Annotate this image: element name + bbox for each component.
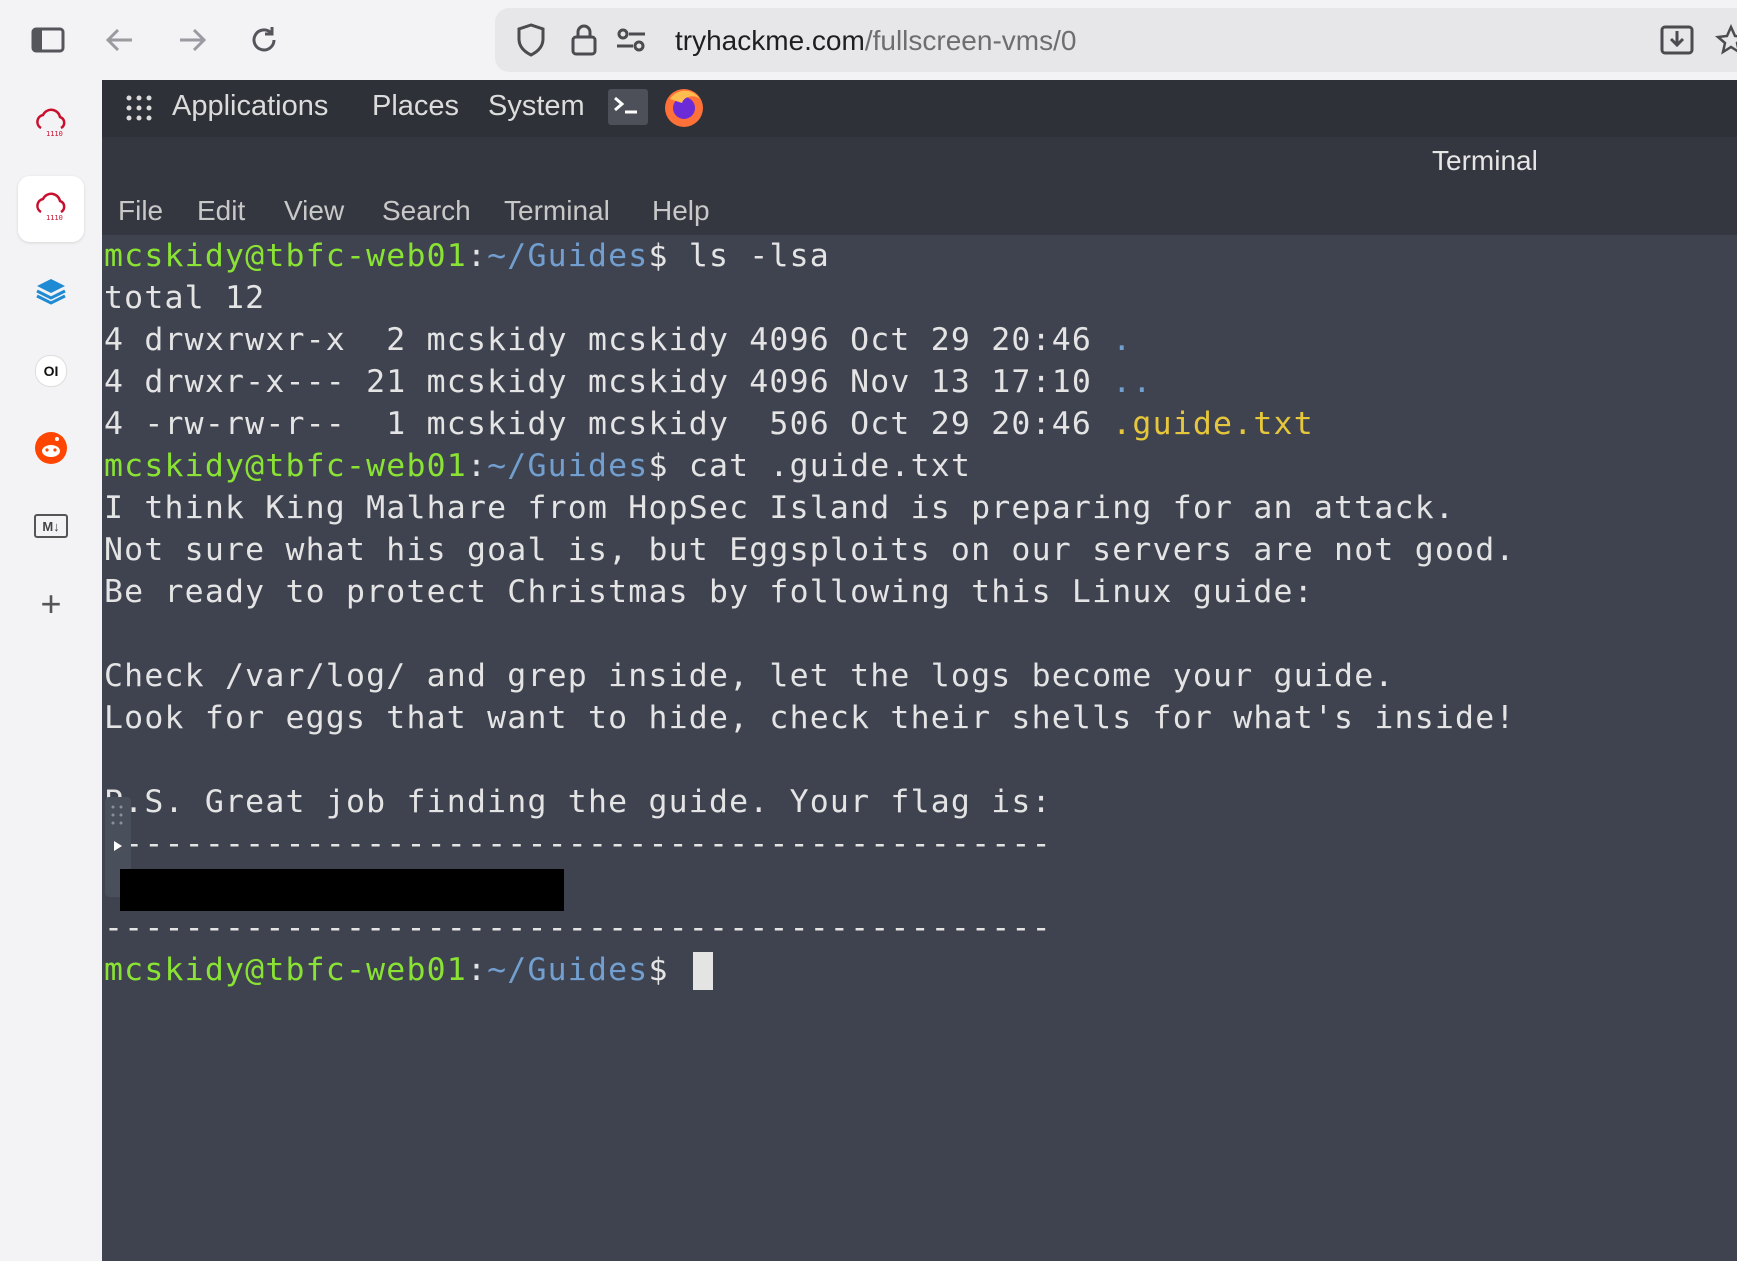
ls-row: 4 drwxr-x--- 21 mcskidy mcskidy 4096 Nov… <box>104 361 1734 403</box>
svg-text:1110: 1110 <box>46 214 63 222</box>
prompt-line: mcskidy@tbfc-web01:~/Guides$ <box>104 949 1734 991</box>
output-line: ----------------------------------------… <box>104 826 1052 862</box>
markdown-icon[interactable]: M↓ <box>18 493 84 559</box>
prompt-line: mcskidy@tbfc-web01:~/Guides$ ls -lsa <box>104 235 1734 277</box>
output-line: Look for eggs that want to hide, check t… <box>104 700 1516 736</box>
prompt-sep: : <box>466 238 488 274</box>
ls-row-info: 4 drwxr-x--- 21 mcskidy mcskidy 4096 Nov… <box>104 364 1113 400</box>
browser-toolbar: tryhackme.com/fullscreen-vms/0 <box>0 0 1737 80</box>
back-arrow-icon[interactable] <box>98 20 142 60</box>
lock-icon[interactable] <box>562 20 606 60</box>
menu-help[interactable]: Help <box>652 195 710 227</box>
prompt-symbol: $ <box>648 448 689 484</box>
firefox-launcher-icon[interactable] <box>662 85 706 137</box>
terminal-titlebar[interactable]: Terminal <box>102 137 1737 185</box>
terminal-cursor <box>692 952 713 990</box>
prompt-user: mcskidy@tbfc-web01 <box>104 952 467 988</box>
url-text[interactable]: tryhackme.com/fullscreen-vms/0 <box>675 25 1076 57</box>
ls-row-info: 4 drwxrwxr-x 2 mcskidy mcskidy 4096 Oct … <box>104 322 1113 358</box>
terminal-title: Terminal <box>1432 145 1538 176</box>
prompt-path: ~/Guides <box>487 952 649 988</box>
menu-view[interactable]: View <box>284 195 344 227</box>
bookmark-star-icon[interactable] <box>1709 20 1737 60</box>
reload-icon[interactable] <box>242 20 286 60</box>
markdown-label: M↓ <box>34 514 68 538</box>
tryhackme-cloud-icon-active[interactable]: 1110 <box>18 176 84 242</box>
ls-row: 4 drwxrwxr-x 2 mcskidy mcskidy 4096 Oct … <box>104 319 1734 361</box>
output-line: I think King Malhare from HopSec Island … <box>104 490 1456 526</box>
tryhackme-cloud-icon[interactable]: 1110 <box>18 92 84 158</box>
desktop-top-panel: Applications Places System <box>102 80 1737 137</box>
download-icon[interactable] <box>1655 20 1699 60</box>
prompt-path: ~/Guides <box>487 448 649 484</box>
vm-screen[interactable]: Applications Places System Terminal File… <box>102 80 1737 1261</box>
prompt-user: mcskidy@tbfc-web01 <box>104 448 467 484</box>
ls-row: 4 -rw-rw-r-- 1 mcskidy mcskidy 506 Oct 2… <box>104 403 1734 445</box>
output-line: total 12 <box>104 280 266 316</box>
terminal-menubar: File Edit View Search Terminal Help <box>102 185 1737 235</box>
url-host: tryhackme.com <box>675 25 865 56</box>
url-path: /fullscreen-vms/0 <box>864 25 1077 56</box>
system-menu[interactable]: System <box>488 90 585 123</box>
browser-sidebar: 1110 1110 OI M↓ + <box>0 80 102 1261</box>
stack-layers-icon[interactable] <box>18 258 84 324</box>
prompt-path: ~/Guides <box>487 238 649 274</box>
svg-text:1110: 1110 <box>46 130 63 138</box>
prompt-sep: : <box>466 448 488 484</box>
openlm-label: OI <box>35 355 67 387</box>
address-bar[interactable]: tryhackme.com/fullscreen-vms/0 <box>495 8 1737 72</box>
forward-arrow-icon[interactable] <box>170 20 214 60</box>
terminal-output[interactable]: mcskidy@tbfc-web01:~/Guides$ ls -lsa tot… <box>104 235 1734 1261</box>
menu-file[interactable]: File <box>118 195 163 227</box>
prompt-user: mcskidy@tbfc-web01 <box>104 238 467 274</box>
site-settings-icon[interactable] <box>609 20 653 60</box>
output-line: Not sure what his goal is, but Eggsploit… <box>104 532 1516 568</box>
prompt-sep: : <box>466 952 488 988</box>
command-text: ls -lsa <box>688 238 830 274</box>
sidebar-toggle-icon[interactable] <box>26 20 70 60</box>
apps-grid-icon[interactable] <box>124 93 154 131</box>
ls-row-name: .guide.txt <box>1112 406 1314 442</box>
prompt-symbol: $ <box>648 952 689 988</box>
menu-edit[interactable]: Edit <box>197 195 245 227</box>
redacted-flag-box <box>120 869 564 911</box>
output-line: ----------------------------------------… <box>104 910 1052 946</box>
output-line: Be ready to protect Christmas by followi… <box>104 574 1314 610</box>
prompt-symbol: $ <box>648 238 689 274</box>
add-icon[interactable]: + <box>18 571 84 637</box>
terminal-launcher-icon[interactable] <box>608 89 648 133</box>
ls-row-name: .. <box>1112 364 1153 400</box>
places-menu[interactable]: Places <box>372 90 459 123</box>
output-line: P.S. Great job finding the guide. Your f… <box>104 784 1052 820</box>
prompt-line: mcskidy@tbfc-web01:~/Guides$ cat .guide.… <box>104 445 1734 487</box>
ls-row-name: . <box>1112 322 1133 358</box>
menu-terminal[interactable]: Terminal <box>504 195 610 227</box>
output-line: Check /var/log/ and grep inside, let the… <box>104 658 1395 694</box>
openlm-icon[interactable]: OI <box>18 338 84 404</box>
menu-search[interactable]: Search <box>382 195 471 227</box>
reddit-icon[interactable] <box>18 415 84 481</box>
command-text: cat .guide.txt <box>688 448 972 484</box>
ls-row-info: 4 -rw-rw-r-- 1 mcskidy mcskidy 506 Oct 2… <box>104 406 1113 442</box>
applications-menu[interactable]: Applications <box>172 90 328 123</box>
shield-icon[interactable] <box>509 20 553 60</box>
